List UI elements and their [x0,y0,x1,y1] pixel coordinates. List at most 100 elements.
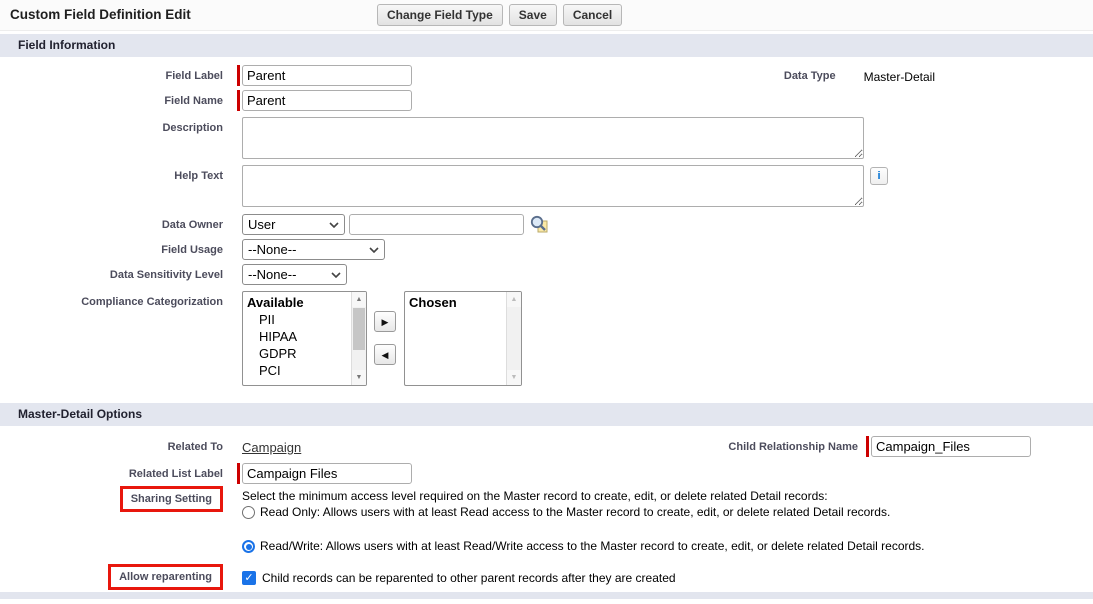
required-indicator [237,90,240,111]
description-textarea[interactable] [242,117,864,159]
page-title: Custom Field Definition Edit [10,7,191,22]
data-owner-row: Data Owner User [0,214,1093,235]
related-list-label-row: Related List Label [0,463,1093,484]
description-row: Description [0,117,1093,159]
list-item[interactable]: HIPAA [247,328,350,345]
data-sensitivity-level-select[interactable]: --None-- [242,264,347,285]
related-to-link[interactable]: Campaign [242,436,301,455]
read-write-radio[interactable] [242,540,255,553]
field-usage-label: Field Usage [0,239,237,256]
allow-reparenting-annotation-box: Allow reparenting [108,564,223,590]
checkmark-icon: ✓ [244,572,253,584]
field-name-row: Field Name [0,90,1093,111]
custom-field-definition-edit-page: Custom Field Definition Edit Change Fiel… [0,0,1093,604]
field-usage-row: Field Usage --None-- [0,239,1093,260]
change-field-type-button[interactable]: Change Field Type [377,4,503,26]
sharing-setting-options: Select the minimum access level required… [242,486,925,554]
related-list-label-input[interactable] [242,463,412,484]
description-label: Description [0,117,237,134]
data-owner-search-input[interactable] [349,214,524,235]
sharing-setting-row: Sharing Setting Select the minimum acces… [0,486,1093,554]
required-indicator [237,65,240,86]
lookup-icon [529,214,549,234]
data-owner-lookup-button[interactable] [528,214,550,235]
data-type-value: Master-Detail [864,65,935,84]
move-buttons: ▶ ◀ [374,311,396,365]
field-label-row: Field Label Data Type Master-Detail [0,65,1093,86]
sharing-setting-intro: Select the minimum access level required… [242,489,925,504]
required-indicator [237,463,240,484]
field-name-label: Field Name [0,90,237,107]
scroll-up-icon[interactable]: ▲ [507,292,521,307]
field-information-section: Field Label Data Type Master-Detail Fiel… [0,57,1093,400]
related-to-row: Related To Campaign Child Relationship N… [0,436,1093,457]
field-name-input[interactable] [242,90,412,111]
available-scrollbar[interactable]: ▲ ▼ [351,292,366,385]
scrollbar-thumb[interactable] [353,308,365,350]
field-information-section-header: Field Information [0,34,1093,57]
required-indicator [866,436,869,457]
list-item[interactable]: GDPR [247,345,350,362]
available-listbox[interactable]: Available PII HIPAA GDPR PCI ▲ ▼ [242,291,367,386]
allow-reparenting-label-cell: Allow reparenting [0,564,237,590]
sharing-setting-annotation-box: Sharing Setting [120,486,223,512]
allow-reparenting-option: ✓ Child records can be reparented to oth… [242,564,676,585]
read-write-radio-label: Read/Write: Allows users with at least R… [260,539,925,554]
field-usage-selected-option: --None-- [248,242,296,257]
help-text-info-button[interactable]: i [870,167,888,185]
move-to-available-button[interactable]: ◀ [374,344,396,365]
data-sensitivity-level-label: Data Sensitivity Level [0,264,237,281]
arrow-left-icon: ◀ [382,350,389,360]
data-type-label: Data Type [784,65,836,84]
data-owner-label: Data Owner [0,214,237,231]
chosen-scrollbar[interactable]: ▲ ▼ [506,292,521,385]
read-only-radio-label: Read Only: Allows users with at least Re… [260,505,890,520]
list-item[interactable]: PII [247,311,350,328]
data-sensitivity-level-row: Data Sensitivity Level --None-- [0,264,1093,285]
available-listbox-header: Available [247,294,350,311]
chevron-down-icon [331,272,341,278]
allow-reparenting-label: Allow reparenting [119,571,212,583]
help-text-label: Help Text [0,165,237,182]
scroll-down-icon[interactable]: ▼ [352,370,366,385]
data-sensitivity-selected-option: --None-- [248,267,296,282]
footer-strip [0,592,1093,599]
move-to-chosen-button[interactable]: ▶ [374,311,396,332]
child-relationship-name-label: Child Relationship Name [728,436,858,457]
allow-reparenting-row: Allow reparenting ✓ Child records can be… [0,564,1093,590]
data-owner-selected-option: User [248,217,275,232]
arrow-right-icon: ▶ [382,317,389,327]
help-text-row: Help Text i [0,165,1093,207]
field-label-input[interactable] [242,65,412,86]
compliance-dueling-picklist: Available PII HIPAA GDPR PCI ▲ ▼ ▶ [242,291,522,386]
master-detail-options-section-header: Master-Detail Options [0,403,1093,426]
save-button[interactable]: Save [509,4,557,26]
field-usage-select[interactable]: --None-- [242,239,385,260]
compliance-categorization-label: Compliance Categorization [0,291,237,308]
related-list-label-label: Related List Label [0,463,237,480]
cancel-button[interactable]: Cancel [563,4,622,26]
scroll-up-icon[interactable]: ▲ [352,292,366,307]
page-header: Custom Field Definition Edit Change Fiel… [0,0,1093,31]
related-to-label: Related To [0,436,237,453]
child-relationship-name-input[interactable] [871,436,1031,457]
data-owner-type-select[interactable]: User [242,214,345,235]
scroll-down-icon[interactable]: ▼ [507,370,521,385]
child-relationship-name-group: Child Relationship Name [728,436,1031,457]
help-text-textarea[interactable] [242,165,864,207]
list-item[interactable]: PCI [247,362,350,379]
allow-reparenting-checkbox-label: Child records can be reparented to other… [262,571,676,585]
read-only-option: Read Only: Allows users with at least Re… [242,505,925,520]
sharing-setting-label: Sharing Setting [131,493,212,505]
sharing-setting-label-cell: Sharing Setting [0,486,237,512]
compliance-categorization-row: Compliance Categorization Available PII … [0,291,1093,386]
chosen-listbox-header: Chosen [409,294,505,311]
data-type-group: Data Type Master-Detail [784,65,935,84]
master-detail-options-section: Related To Campaign Child Relationship N… [0,426,1093,604]
allow-reparenting-checkbox[interactable]: ✓ [242,571,256,585]
info-icon: i [877,170,880,182]
chosen-listbox[interactable]: Chosen ▲ ▼ [404,291,522,386]
chevron-down-icon [369,247,379,253]
read-only-radio[interactable] [242,506,255,519]
read-write-option: Read/Write: Allows users with at least R… [242,539,925,554]
